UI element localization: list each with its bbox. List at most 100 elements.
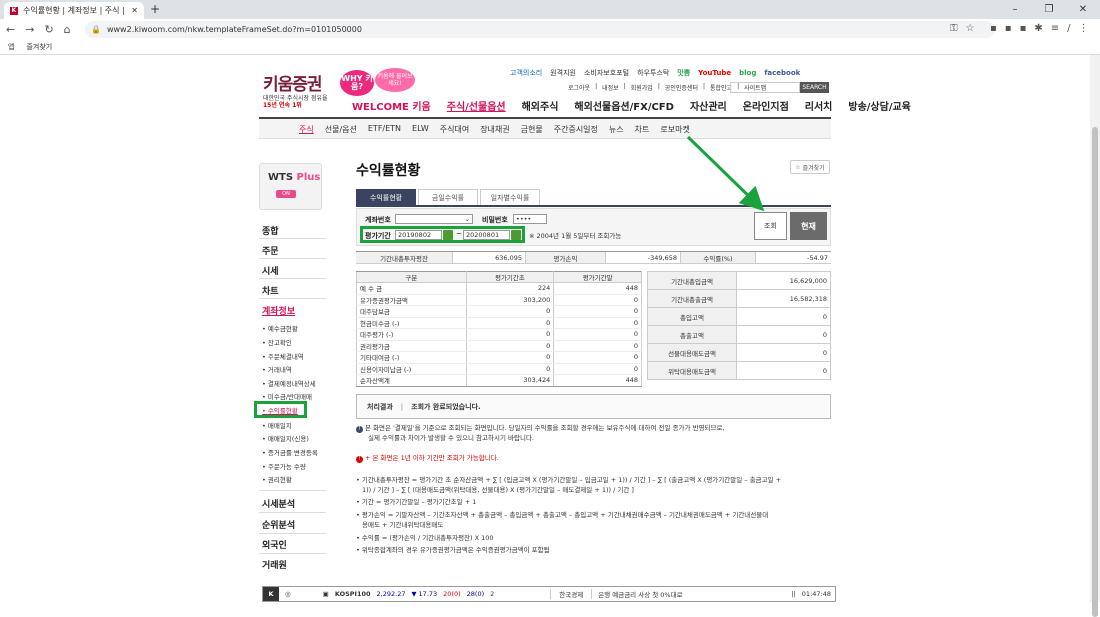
sidebar-sub-journal-credit[interactable]: • 매매일지(신용) [262, 433, 309, 443]
sidebar-item-order[interactable]: 주문 [262, 244, 279, 257]
table-row: 신용이자미납금 (-) 0 0 [356, 363, 642, 375]
sidebar-item-analysis[interactable]: 시세분석 [262, 497, 295, 510]
ticker-toggle-icon[interactable]: ▣ [323, 590, 329, 598]
subnav-schedule[interactable]: 주간증시일정 [554, 124, 598, 135]
integrated-link[interactable]: 통합인고 [710, 83, 732, 92]
sidebar-sub-unpaid[interactable]: • 미수금/반대매매 [262, 391, 312, 401]
reload-icon[interactable]: ↻ [44, 23, 53, 36]
star-icon: ☆ [795, 163, 801, 171]
subnav-stock[interactable]: 주식 [299, 124, 314, 135]
sidebar-sub-journal[interactable]: • 매매일지 [262, 420, 292, 430]
consumer-portal-link[interactable]: 소비자보호포털 [584, 68, 629, 78]
subnav-robo[interactable]: 로보마켓 [660, 124, 689, 135]
home-icon[interactable]: ⌂ [64, 23, 71, 36]
sidebar-sub-rights[interactable]: • 권리현황 [262, 474, 292, 484]
nav-overseas-stock[interactable]: 해외주식 [522, 98, 559, 113]
menu-icon[interactable]: ⋮ [1079, 23, 1089, 34]
cert-center-link[interactable]: 공인인증센터 [665, 83, 698, 92]
account-select[interactable]: ⌄ [395, 214, 473, 224]
close-window-icon[interactable]: ✕ [1066, 0, 1100, 19]
summary-label-1: 기간내총투자평잔 [356, 252, 453, 263]
ticker-pause-icon[interactable]: || [791, 590, 795, 598]
inquiry-button[interactable]: 조회 [754, 212, 787, 240]
sidebar-sub-margin[interactable]: • 증거금률 변경등록 [262, 447, 318, 457]
customer-voice-link[interactable]: 고객의소리 [510, 68, 542, 78]
nav-research[interactable]: 리서치 [805, 98, 833, 113]
facebook-link[interactable]: facebook [764, 69, 800, 77]
bookmark-apps[interactable]: 앱 [8, 42, 14, 52]
back-icon[interactable]: ← [6, 23, 15, 36]
ticker-settings-icon[interactable]: ◎ [285, 590, 291, 598]
sidebar-sub-settlement[interactable]: • 결제예정내역상세 [262, 378, 316, 388]
link-4[interactable]: 맛쁨 [677, 68, 690, 78]
maximize-icon[interactable]: ❐ [1032, 0, 1066, 19]
sidebar-sub-deposit[interactable]: • 예수금현황 [262, 323, 298, 333]
blog-link[interactable]: blog [739, 69, 756, 77]
subnav-etf[interactable]: ETF/ETN [368, 124, 401, 135]
nav-asset[interactable]: 자산관리 [690, 98, 727, 113]
sidebar-item-foreign[interactable]: 외국인 [262, 538, 287, 551]
sidebar-divider [259, 258, 326, 259]
ask-kiwoom-bubble[interactable]: 키움에 물어보세요! [375, 68, 415, 92]
table-row: 기간내총입금액 16,629,000 [647, 271, 831, 290]
subnav-elw[interactable]: ELW [412, 124, 429, 135]
key-icon[interactable]: ⚿ [950, 23, 958, 34]
sidebar-item-account[interactable]: 계좌정보 [262, 304, 295, 317]
wts-plus-banner[interactable] [259, 163, 322, 210]
new-tab-icon[interactable]: + [150, 2, 160, 16]
subnav-lending[interactable]: 주식대여 [440, 124, 469, 135]
queue-icon[interactable]: ≡ [1051, 23, 1059, 34]
close-tab-icon[interactable]: ✕ [131, 6, 138, 15]
why-kiwoom-bubble[interactable]: WHY 키움? [340, 70, 374, 96]
puzzle-icon[interactable]: ✱ [1034, 23, 1042, 34]
tab-daily-return[interactable]: 일자별수익률 [480, 189, 540, 205]
password-field[interactable]: •••• [513, 214, 547, 224]
kiwoom-logo[interactable]: 키움증권 [263, 70, 323, 95]
subnav-chart[interactable]: 차트 [635, 124, 650, 135]
scrollbar[interactable] [1090, 55, 1100, 617]
nav-stock-futures[interactable]: 주식/선물옵션 [447, 98, 506, 113]
subnav-futures[interactable]: 선물/옵션 [325, 124, 357, 135]
current-button[interactable]: 현재 [790, 212, 827, 240]
site-search-input[interactable] [730, 82, 800, 93]
add-favorite-button[interactable]: ☆ 즐겨찾기 [790, 160, 830, 174]
howto-stock-link[interactable]: 하우투스탁 [637, 68, 669, 78]
nav-overseas-futures[interactable]: 해외선물옵션/FX/CFD [574, 98, 674, 113]
sidebar-item-chart[interactable]: 차트 [262, 284, 279, 297]
bookmark-favorites[interactable]: 즐겨찾기 [26, 42, 52, 52]
star-icon[interactable]: ☆ [966, 23, 975, 34]
sidebar-item-quote[interactable]: 시세 [262, 264, 279, 277]
url-input[interactable]: 🔒 www2.kiwoom.com/nkw.templateFrameSet.d… [85, 21, 995, 38]
youtube-link[interactable]: YouTube [698, 69, 731, 77]
sidebar-sub-order-qty[interactable]: • 주문가능 수량 [262, 461, 306, 471]
search-button[interactable]: SEARCH [800, 82, 829, 93]
sidebar-sub-balance[interactable]: • 잔고확인 [262, 337, 292, 347]
sidebar-item-ranking[interactable]: 순위분석 [262, 518, 295, 531]
signup-link[interactable]: 회원가입 [631, 83, 653, 92]
sidebar-item-broker[interactable]: 거래원 [262, 558, 287, 571]
nav-online-branch[interactable]: 온라인지점 [743, 98, 789, 113]
remote-support-link[interactable]: 원격지원 [550, 68, 576, 78]
my-info-link[interactable]: 내정보 [602, 83, 619, 92]
forward-icon[interactable]: → [25, 23, 34, 36]
subnav-news[interactable]: 뉴스 [609, 124, 624, 135]
sidebar-item-overview[interactable]: 종합 [262, 224, 279, 237]
extension-3-icon[interactable]: ▪ [1020, 23, 1027, 34]
minimize-icon[interactable]: – [998, 0, 1032, 19]
nav-broadcast[interactable]: 방송/상담/교육 [848, 98, 911, 113]
nav-welcome[interactable]: WELCOME 키움 [352, 98, 431, 113]
sidebar-sub-transactions[interactable]: • 거래내역 [262, 364, 292, 374]
tab-today-return[interactable]: 금일수익률 [418, 189, 478, 205]
logout-link[interactable]: 로그아웃 [568, 83, 590, 92]
summary-label-3: 수익률(%) [681, 252, 756, 263]
sidebar-sub-orders[interactable]: • 주문체결내역 [262, 351, 304, 361]
browser-tab[interactable]: K 수익률현황 | 계좌정보 | 주식 | 키움 ✕ [4, 2, 144, 19]
scrollbar-thumb[interactable] [1092, 127, 1098, 617]
subnav-bond[interactable]: 장내채권 [480, 124, 509, 135]
extension-2-icon[interactable]: ▪ [1005, 23, 1012, 34]
subnav-gold[interactable]: 금현물 [521, 124, 543, 135]
extension-1-icon[interactable]: ▪ [990, 23, 997, 34]
tab-return-status[interactable]: 수익률현황 [356, 189, 416, 205]
news-headline[interactable]: 은행 예금금리 사상 첫 0%대로 [598, 589, 682, 599]
pen-icon[interactable]: / [1067, 23, 1070, 34]
